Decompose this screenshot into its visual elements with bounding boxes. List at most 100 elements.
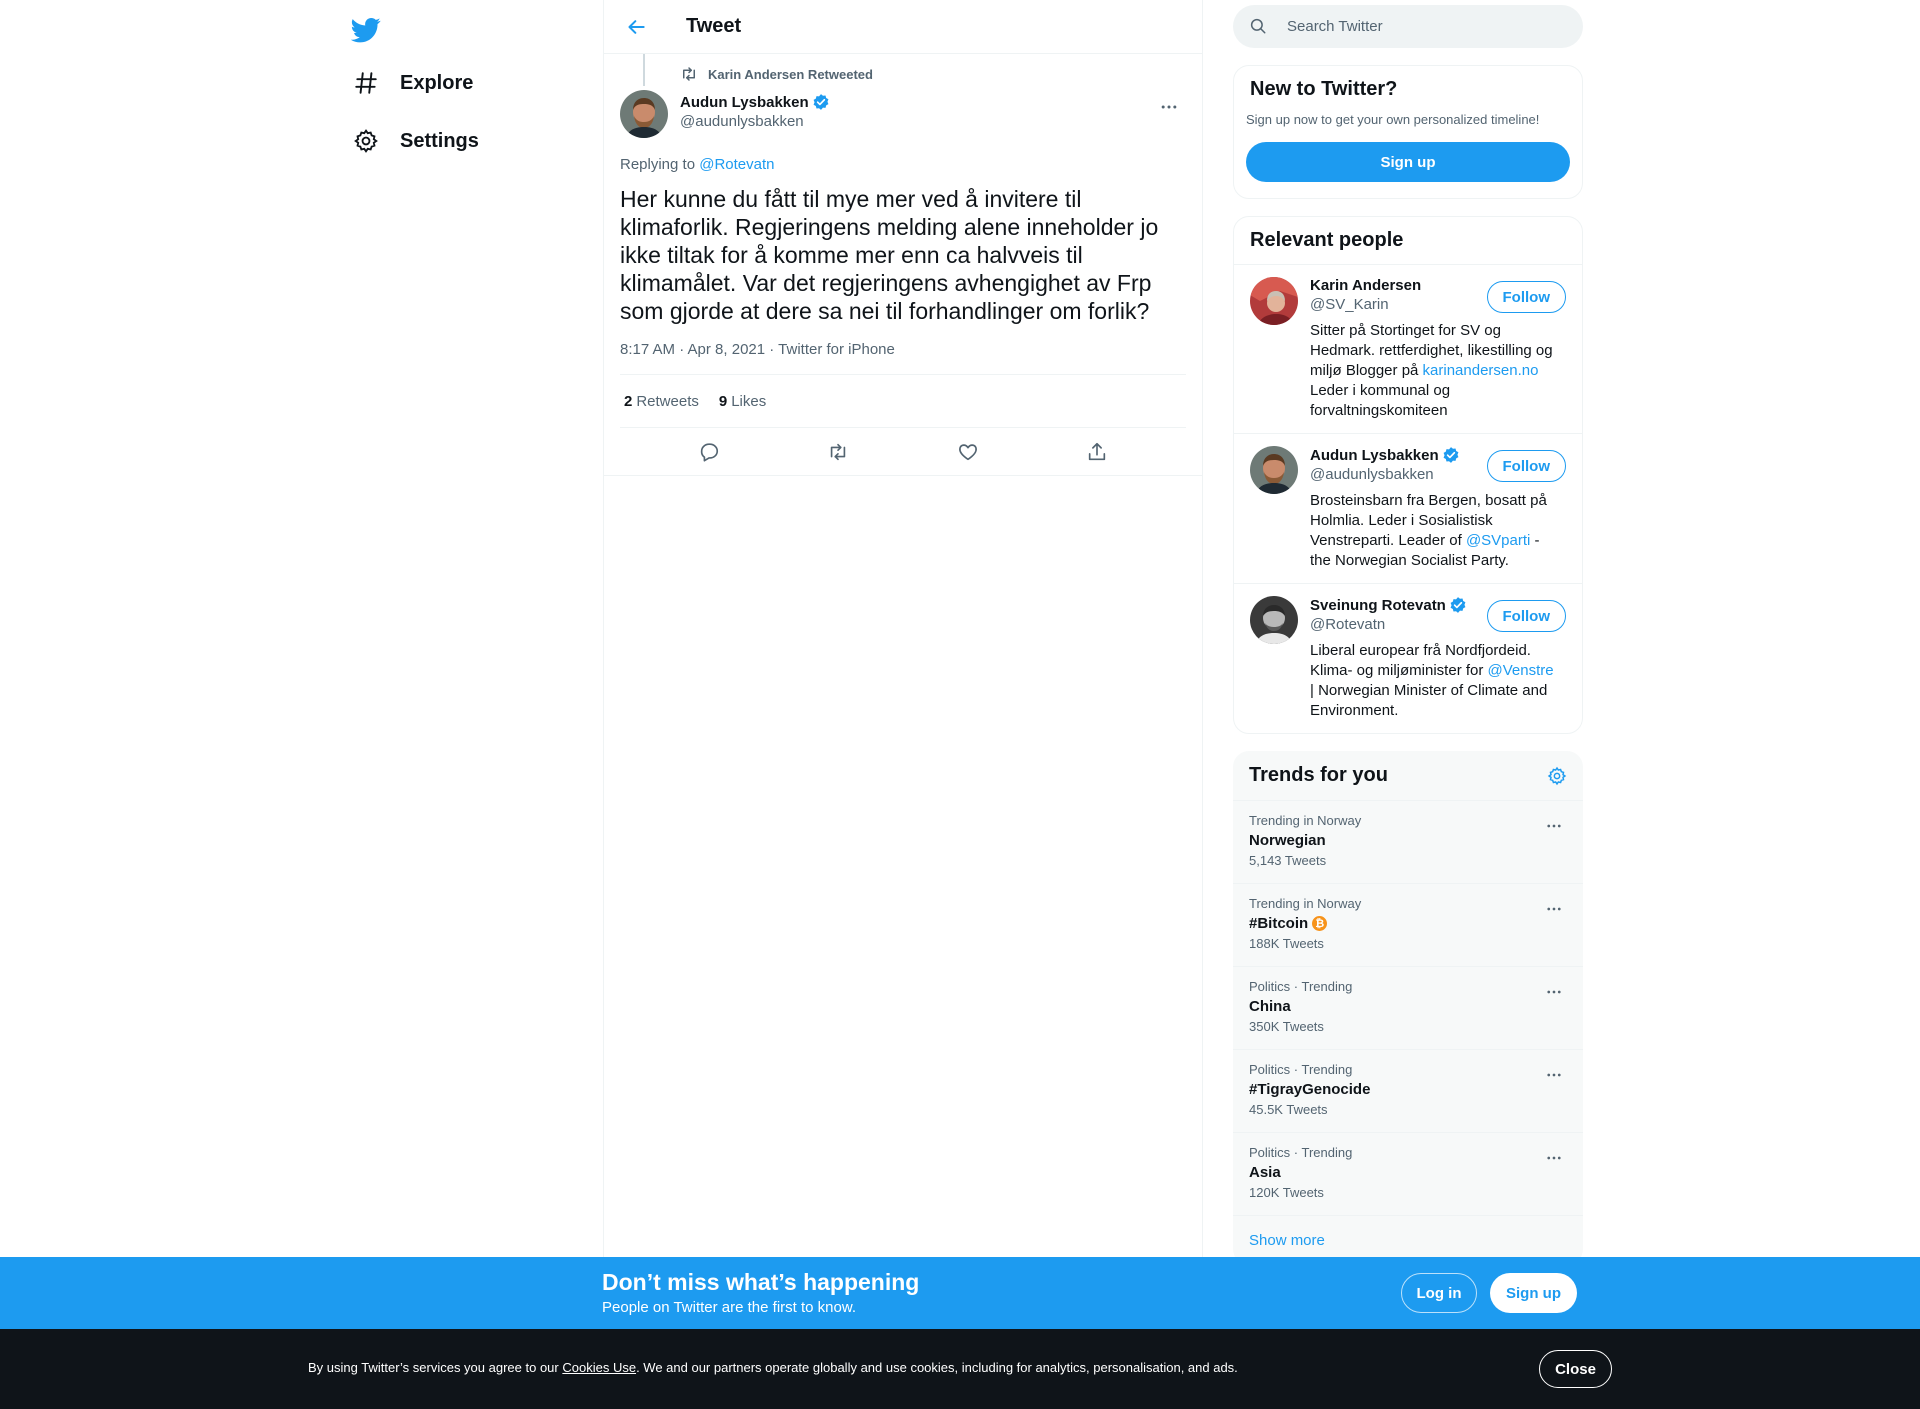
search-icon bbox=[1249, 17, 1269, 37]
sign-up-button[interactable]: Sign up bbox=[1246, 142, 1570, 182]
avatar[interactable] bbox=[1250, 596, 1298, 644]
cookie-text: By using Twitter’s services you agree to… bbox=[308, 1360, 1238, 1375]
search-input[interactable] bbox=[1287, 18, 1547, 35]
person-bio-text: Leder i kommunal og forvaltningskomiteen bbox=[1310, 382, 1451, 419]
right-sidebar: New to Twitter? Sign up now to get your … bbox=[1233, 0, 1583, 1265]
new-to-twitter-card: New to Twitter? Sign up now to get your … bbox=[1233, 65, 1583, 199]
cookies-use-link[interactable]: Cookies Use bbox=[562, 1360, 636, 1375]
retweets-label: Retweets bbox=[636, 392, 699, 410]
trend-more-button[interactable] bbox=[1539, 811, 1569, 841]
trend-name: #TigrayGenocide bbox=[1249, 1081, 1371, 1098]
share-button[interactable] bbox=[1078, 433, 1116, 471]
person-bio-text: | Norwegian Minister of Climate and Envi… bbox=[1310, 682, 1548, 719]
back-button[interactable] bbox=[620, 10, 654, 44]
retweet-icon bbox=[680, 65, 698, 83]
tweet-stats: 2 Retweets 9 Likes bbox=[620, 375, 1186, 428]
author-name[interactable]: Audun Lysbakken bbox=[680, 94, 809, 111]
sign-up-button[interactable]: Sign up bbox=[1490, 1273, 1577, 1313]
trend-count: 120K Tweets bbox=[1249, 1185, 1324, 1200]
reply-icon bbox=[698, 441, 720, 463]
trend-more-button[interactable] bbox=[1539, 977, 1569, 1007]
tweet-text: Her kunne du fått til mye mer ved å invi… bbox=[620, 186, 1159, 324]
tweet-actions bbox=[604, 428, 1202, 476]
more-dots-icon bbox=[1159, 97, 1179, 117]
trend-more-button[interactable] bbox=[1539, 1143, 1569, 1173]
person-bio: Brosteinsbarn fra Bergen, bosatt på Holm… bbox=[1310, 491, 1560, 571]
person-name[interactable]: Audun Lysbakken bbox=[1310, 447, 1439, 464]
replying-to: Replying to @Rotevatn bbox=[620, 156, 1186, 173]
trend-item[interactable]: Politics · Trending China 350K Tweets bbox=[1233, 967, 1583, 1050]
avatar[interactable] bbox=[620, 90, 668, 138]
person-name[interactable]: Karin Andersen bbox=[1310, 277, 1421, 294]
tweet-detail: Karin Andersen Retweeted Audun Lysbakken… bbox=[604, 54, 1202, 476]
close-button[interactable]: Close bbox=[1539, 1350, 1612, 1388]
follow-button[interactable]: Follow bbox=[1486, 281, 1566, 313]
person-name[interactable]: Sveinung Rotevatn bbox=[1310, 597, 1446, 614]
person-card[interactable]: Karin Andersen @SV_Karin Sitter på Stort… bbox=[1234, 265, 1582, 434]
tweet-header: Tweet bbox=[604, 0, 1202, 54]
trend-name: #Bitcoin bbox=[1249, 915, 1309, 932]
nav-explore[interactable]: Explore bbox=[340, 56, 485, 110]
trend-name: Norwegian bbox=[1249, 832, 1326, 849]
trends-title: Trends for you bbox=[1249, 764, 1388, 786]
retweeted-note: Karin Andersen Retweeted bbox=[620, 54, 1186, 84]
trend-item[interactable]: Trending in Norway #Bitcoin ₿ 188K Tweets bbox=[1233, 884, 1583, 967]
new-to-twitter-title: New to Twitter? bbox=[1250, 78, 1398, 100]
relevant-people-card: Relevant people Karin Andersen @SV_Karin… bbox=[1233, 216, 1583, 734]
twitter-bird-icon[interactable] bbox=[346, 10, 386, 50]
person-card[interactable]: Sveinung Rotevatn @Rotevatn Liberal euro… bbox=[1234, 584, 1582, 733]
person-bio-link[interactable]: @SVparti bbox=[1466, 532, 1530, 549]
follow-button[interactable]: Follow bbox=[1486, 600, 1566, 632]
verified-badge-icon bbox=[1449, 596, 1467, 614]
avatar[interactable] bbox=[1250, 446, 1298, 494]
trend-name: Asia bbox=[1249, 1164, 1281, 1181]
retweets-stat[interactable]: 2 Retweets bbox=[624, 393, 699, 410]
nav-settings[interactable]: Settings bbox=[340, 114, 491, 168]
likes-count: 9 bbox=[718, 392, 728, 410]
cookie-text-after: . We and our partners operate globally a… bbox=[636, 1360, 1238, 1375]
reply-button[interactable] bbox=[690, 433, 728, 471]
retweeted-by-text[interactable]: Karin Andersen Retweeted bbox=[708, 67, 873, 82]
trend-more-button[interactable] bbox=[1539, 1060, 1569, 1090]
person-bio-link[interactable]: @Venstre bbox=[1488, 662, 1554, 679]
log-in-button[interactable]: Log in bbox=[1401, 1273, 1477, 1313]
retweets-count: 2 bbox=[624, 392, 633, 410]
likes-stat[interactable]: 9 Likes bbox=[719, 393, 766, 410]
like-button[interactable] bbox=[949, 433, 987, 471]
gear-icon bbox=[352, 127, 380, 155]
nav-settings-label: Settings bbox=[400, 129, 479, 152]
follow-button[interactable]: Follow bbox=[1486, 450, 1566, 482]
gear-icon[interactable] bbox=[1547, 766, 1567, 786]
trend-context: Trending in Norway bbox=[1249, 813, 1362, 828]
tweet-author: Audun Lysbakken @audunlysbakken bbox=[620, 90, 1186, 140]
avatar[interactable] bbox=[1250, 277, 1298, 325]
person-bio-link[interactable]: karinandersen.no bbox=[1423, 362, 1539, 379]
retweet-icon bbox=[827, 441, 849, 463]
trend-context: Politics · Trending bbox=[1249, 1062, 1353, 1077]
signup-banner: Don’t miss what’s happening People on Tw… bbox=[0, 1257, 1920, 1329]
replying-to-link[interactable]: @Rotevatn bbox=[699, 156, 774, 173]
bitcoin-icon: ₿ bbox=[1312, 916, 1328, 931]
author-handle[interactable]: @audunlysbakken bbox=[680, 113, 830, 130]
trend-context: Trending in Norway bbox=[1249, 896, 1362, 911]
person-card[interactable]: Audun Lysbakken @audunlysbakken Brostein… bbox=[1234, 434, 1582, 584]
trend-item[interactable]: Politics · Trending #TigrayGenocide 45.5… bbox=[1233, 1050, 1583, 1133]
relevant-people-title: Relevant people bbox=[1250, 229, 1404, 251]
tweet-meta[interactable]: 8:17 AM · Apr 8, 2021 · Twitter for iPho… bbox=[620, 341, 1186, 375]
trend-item[interactable]: Politics · Trending Asia 120K Tweets bbox=[1233, 1133, 1583, 1216]
trend-count: 45.5K Tweets bbox=[1249, 1102, 1328, 1117]
more-options-button[interactable] bbox=[1152, 90, 1186, 124]
like-icon bbox=[957, 441, 979, 463]
main-column: Tweet Karin Andersen Retweeted Audun Lys… bbox=[603, 0, 1203, 1409]
trend-item[interactable]: Trending in Norway Norwegian 5,143 Tweet… bbox=[1233, 801, 1583, 884]
more-dots-icon bbox=[1545, 900, 1563, 918]
signup-banner-subtext: People on Twitter are the first to know. bbox=[602, 1299, 857, 1316]
cookie-banner: By using Twitter’s services you agree to… bbox=[0, 1329, 1920, 1409]
trend-more-button[interactable] bbox=[1539, 894, 1569, 924]
retweet-button[interactable] bbox=[819, 433, 857, 471]
hashtag-icon bbox=[352, 69, 380, 97]
new-to-twitter-subtitle: Sign up now to get your own personalized… bbox=[1246, 112, 1540, 127]
arrow-left-icon bbox=[627, 17, 647, 37]
more-dots-icon bbox=[1545, 1149, 1563, 1167]
search-box[interactable] bbox=[1233, 5, 1583, 48]
